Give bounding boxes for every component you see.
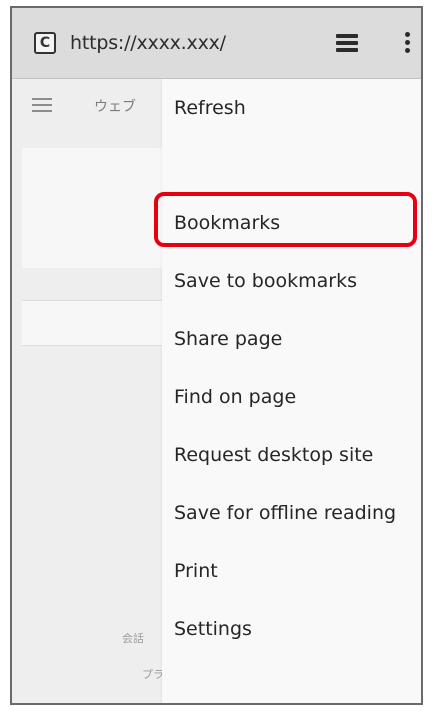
site-favicon-icon: C	[34, 32, 56, 54]
overflow-menu: Refresh Bookmarks Save to bookmarks Shar…	[162, 79, 421, 703]
address-bar: C https://xxxx.xxx/	[12, 8, 421, 79]
phone-screen: C https://xxxx.xxx/ ウェブ 会話 プライバシーと利用規約 R…	[10, 6, 423, 705]
page-footer-text: 会話	[122, 632, 144, 645]
menu-item-request-desktop-site[interactable]: Request desktop site	[162, 426, 421, 484]
menu-item-share-page[interactable]: Share page	[162, 310, 421, 368]
more-options-icon[interactable]	[405, 32, 411, 54]
menu-item-bookmarks[interactable]: Bookmarks	[162, 194, 421, 252]
menu-item-hidden	[162, 137, 421, 195]
menu-item-save-to-bookmarks[interactable]: Save to bookmarks	[162, 252, 421, 310]
tabs-icon[interactable]	[336, 34, 358, 52]
web-tab-label[interactable]: ウェブ	[94, 96, 136, 116]
page-menu-icon[interactable]	[32, 98, 52, 112]
menu-item-refresh[interactable]: Refresh	[162, 79, 421, 137]
url-field[interactable]: https://xxxx.xxx/	[70, 32, 226, 54]
page-content-block	[22, 148, 162, 268]
menu-item-print[interactable]: Print	[162, 542, 421, 600]
menu-item-settings[interactable]: Settings	[162, 600, 421, 658]
page-search-box	[22, 300, 162, 346]
menu-item-save-for-offline-reading[interactable]: Save for offline reading	[162, 484, 421, 542]
menu-item-find-on-page[interactable]: Find on page	[162, 368, 421, 426]
